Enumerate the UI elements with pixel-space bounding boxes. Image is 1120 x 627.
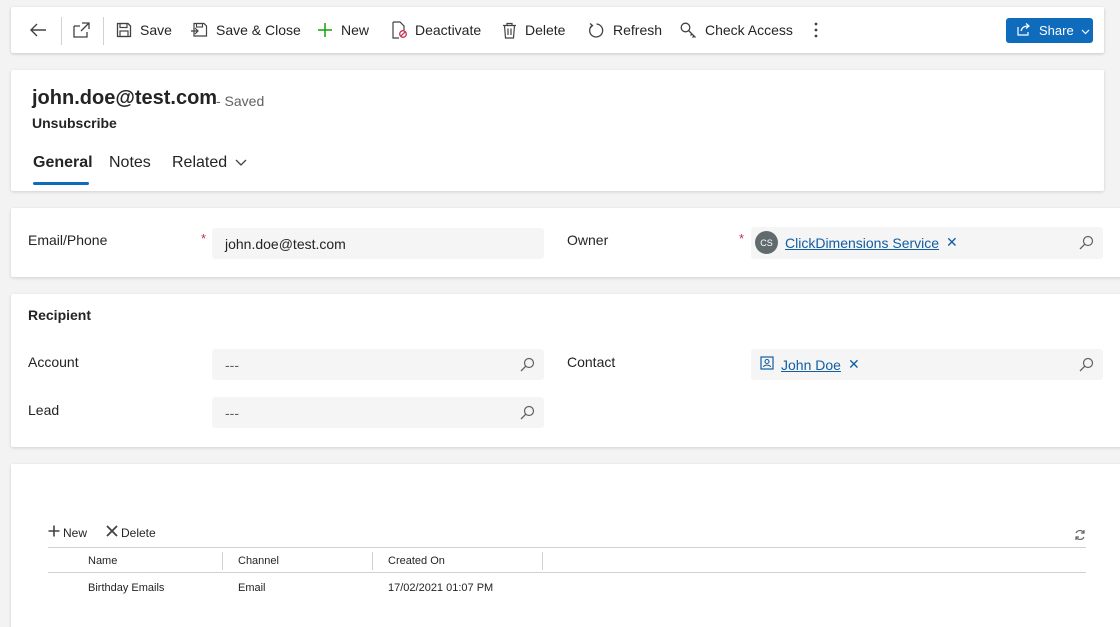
record-title: john.doe@test.com: [32, 87, 218, 109]
general-section: Email/Phone * john.doe@test.com Owner * …: [11, 208, 1120, 277]
delete-button[interactable]: Delete: [502, 7, 565, 53]
account-value: ---: [225, 356, 239, 373]
remove-contact-icon[interactable]: ✕: [848, 356, 860, 373]
open-in-new-window-button[interactable]: [73, 7, 91, 53]
refresh-button[interactable]: Refresh: [588, 7, 662, 53]
subgrid-new-label: New: [63, 525, 88, 540]
required-indicator: *: [739, 231, 745, 246]
refresh-icon: [588, 22, 605, 39]
search-icon[interactable]: [1079, 357, 1094, 375]
subgrid: New Delete Name Channel Created On Birth…: [11, 464, 1120, 627]
back-arrow-icon: [29, 23, 47, 37]
cell-name: Birthday Emails: [88, 582, 165, 594]
active-tab-indicator: [33, 182, 89, 185]
section-title: Recipient: [28, 307, 92, 323]
check-access-button[interactable]: Check Access: [680, 7, 793, 53]
record-header: john.doe@test.com - Saved Unsubscribe Ge…: [11, 70, 1104, 191]
subgrid-delete-button[interactable]: Delete: [106, 525, 156, 540]
more-vertical-icon: [813, 21, 819, 39]
remove-owner-icon[interactable]: ✕: [946, 234, 958, 251]
deactivate-icon: [391, 21, 407, 39]
tab-related-label: Related: [172, 154, 228, 171]
contact-lookup-field[interactable]: John Doe ✕: [751, 349, 1103, 380]
divider: [103, 17, 104, 45]
account-lookup-field[interactable]: ---: [212, 349, 544, 380]
save-icon: [116, 22, 132, 38]
more-commands-button[interactable]: [813, 7, 819, 53]
cell-channel: Email: [238, 582, 266, 594]
plus-icon: [48, 525, 60, 540]
owner-tag: CS ClickDimensions Service ✕: [755, 231, 958, 254]
back-button[interactable]: [29, 7, 47, 53]
entity-name: Unsubscribe: [32, 115, 117, 131]
subgrid-new-button[interactable]: New: [48, 525, 87, 540]
chevron-down-icon: [235, 154, 247, 172]
key-icon: [680, 22, 697, 39]
new-label: New: [341, 22, 370, 38]
email-phone-field[interactable]: john.doe@test.com: [212, 228, 544, 259]
column-divider[interactable]: [372, 552, 373, 570]
subgrid-header: Name Channel Created On: [48, 547, 1086, 573]
search-icon[interactable]: [1079, 235, 1094, 253]
account-label: Account: [28, 354, 79, 370]
divider: [61, 17, 62, 45]
search-icon[interactable]: [520, 357, 535, 375]
save-and-close-label: Save & Close: [216, 22, 301, 38]
recipient-section: Recipient Account --- Lead --- Contact J…: [11, 294, 1120, 447]
save-label: Save: [140, 22, 172, 38]
column-divider[interactable]: [542, 552, 543, 570]
owner-lookup-field[interactable]: CS ClickDimensions Service ✕: [751, 227, 1103, 259]
check-access-label: Check Access: [705, 22, 793, 38]
chevron-down-icon: [1081, 23, 1090, 38]
close-icon: [106, 525, 118, 540]
owner-label: Owner: [567, 232, 609, 248]
cell-created-on: 17/02/2021 01:07 PM: [388, 582, 494, 594]
email-phone-label: Email/Phone: [28, 232, 108, 248]
open-new-window-icon: [73, 22, 91, 38]
subgrid-refresh-button[interactable]: [1074, 529, 1086, 544]
refresh-icon: [1074, 529, 1086, 544]
owner-link[interactable]: ClickDimensions Service: [785, 235, 939, 251]
deactivate-label: Deactivate: [415, 22, 482, 38]
required-indicator: *: [201, 231, 207, 246]
contact-tag: John Doe ✕: [760, 356, 860, 373]
new-button[interactable]: New: [317, 7, 369, 53]
lead-value: ---: [225, 404, 239, 421]
tab-related[interactable]: Related: [172, 154, 247, 172]
share-icon: [1017, 22, 1032, 39]
save-status: - Saved: [216, 93, 265, 109]
save-and-close-icon: [190, 22, 208, 39]
save-and-close-button[interactable]: Save & Close: [190, 7, 301, 53]
search-icon[interactable]: [520, 405, 535, 423]
avatar: CS: [755, 231, 778, 254]
deactivate-button[interactable]: Deactivate: [391, 7, 481, 53]
column-divider[interactable]: [222, 552, 223, 570]
contact-icon: [760, 356, 774, 373]
trash-icon: [502, 22, 517, 39]
column-header-name[interactable]: Name: [88, 555, 117, 567]
table-row[interactable]: Birthday Emails Email 17/02/2021 01:07 P…: [48, 576, 1086, 602]
email-phone-value: john.doe@test.com: [225, 235, 346, 252]
share-label: Share: [1039, 23, 1074, 38]
column-header-created-on[interactable]: Created On: [388, 555, 445, 567]
lead-lookup-field[interactable]: ---: [212, 397, 544, 428]
refresh-label: Refresh: [613, 22, 663, 38]
lead-label: Lead: [28, 402, 60, 418]
tab-general[interactable]: General: [33, 154, 93, 172]
delete-label: Delete: [525, 22, 566, 38]
command-bar: Save Save & Close New Deactivate Delete …: [11, 7, 1104, 53]
column-header-channel[interactable]: Channel: [238, 555, 279, 567]
tab-notes[interactable]: Notes: [109, 154, 151, 172]
share-button[interactable]: Share: [1006, 18, 1093, 43]
save-button[interactable]: Save: [116, 7, 172, 53]
tab-notes-label: Notes: [109, 154, 151, 171]
tab-general-label: General: [33, 154, 93, 171]
subgrid-delete-label: Delete: [121, 525, 156, 540]
contact-label: Contact: [567, 354, 616, 370]
plus-icon: [317, 22, 333, 38]
contact-link[interactable]: John Doe: [781, 357, 841, 373]
